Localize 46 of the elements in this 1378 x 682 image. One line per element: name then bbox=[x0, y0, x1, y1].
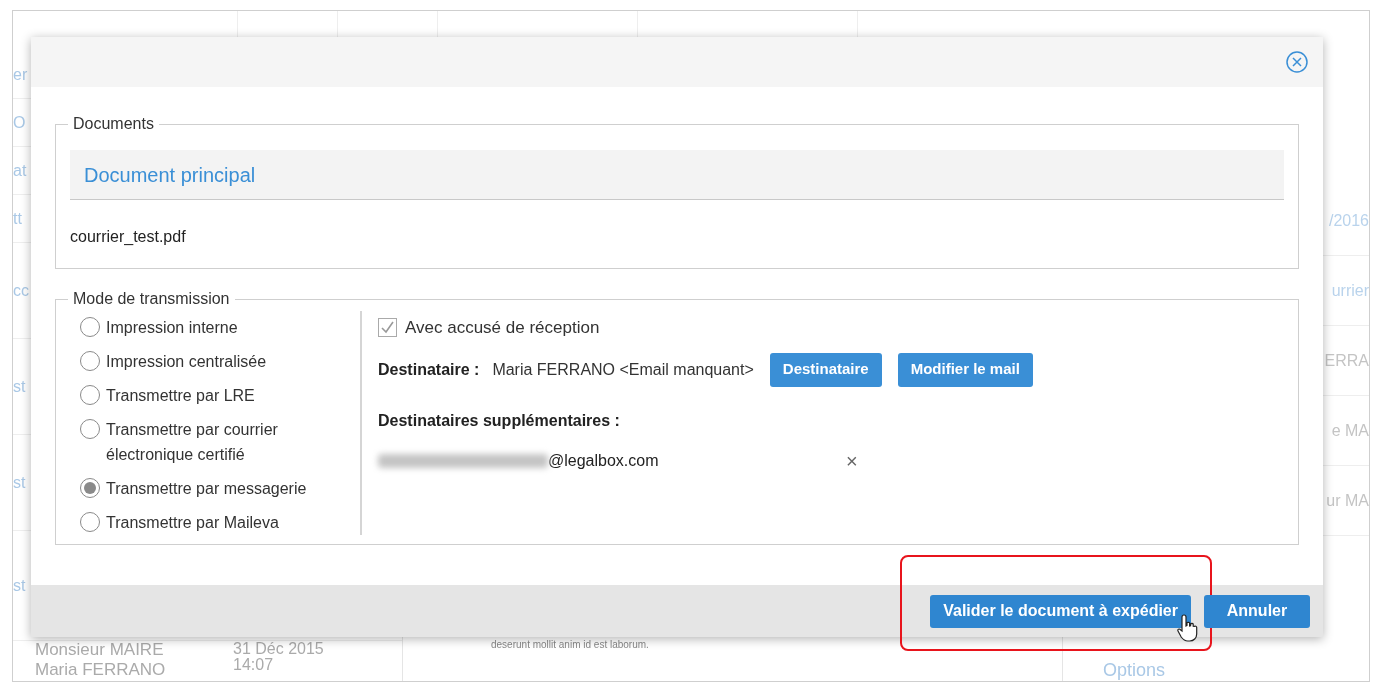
list-item-text: at bbox=[13, 162, 27, 179]
field-label: Destinataire : bbox=[378, 359, 480, 380]
email-text: @legalbox.com bbox=[548, 450, 660, 471]
list-item-text: st bbox=[13, 577, 26, 594]
radio-label: Transmettre par LRE bbox=[106, 386, 256, 406]
radio-label: Impression centralisée bbox=[106, 352, 268, 372]
sender-name: Monsieur MAIRE bbox=[35, 641, 165, 658]
radio-button[interactable] bbox=[80, 351, 100, 371]
list-item-text: st bbox=[13, 378, 26, 395]
action-button[interactable]: Modifier le mail bbox=[897, 352, 1033, 387]
radio-button[interactable] bbox=[80, 317, 100, 337]
panel-legend: Documents bbox=[68, 112, 159, 136]
list-item-text: cc bbox=[13, 282, 29, 299]
date-text: 31 Déc 2015 bbox=[233, 641, 324, 657]
list-item-text: ERRA bbox=[1324, 352, 1369, 369]
list-item-text: st bbox=[13, 474, 26, 491]
radio-button[interactable] bbox=[80, 385, 100, 405]
radio-button[interactable] bbox=[80, 478, 100, 498]
link-text: urrier bbox=[1331, 282, 1369, 299]
list-item-text: ur MA bbox=[1326, 492, 1369, 509]
radio-label: Transmettre par courrier électronique certifié bbox=[106, 420, 279, 465]
radio-button[interactable] bbox=[80, 512, 100, 532]
sender-name: Maria FERRANO bbox=[35, 661, 167, 678]
radio-label: Transmettre par Maileva bbox=[106, 513, 280, 533]
field-label: Destinataires supplémentaires : bbox=[378, 410, 620, 431]
file-name: courrier_test.pdf bbox=[70, 228, 186, 245]
list-item-text: e MA bbox=[1331, 422, 1369, 439]
list-item-text: er bbox=[13, 66, 28, 83]
list-item-text: tt bbox=[13, 210, 22, 227]
recipient-text: Maria FERRANO <Email manquant> bbox=[492, 359, 754, 380]
time-text: 14:07 bbox=[233, 657, 274, 673]
radio-label: Impression interne bbox=[106, 318, 239, 338]
radio-button[interactable] bbox=[80, 419, 100, 439]
radio-label: Transmettre par messagerie bbox=[106, 479, 308, 499]
action-button[interactable]: Destinataire bbox=[769, 352, 882, 387]
section-title: Document principal bbox=[84, 162, 256, 188]
remove-icon[interactable]: × bbox=[846, 450, 858, 471]
list-item-text: O bbox=[13, 114, 26, 131]
cancel-button[interactable]: Annuler bbox=[1204, 594, 1310, 628]
submit-button[interactable]: Valider le document à expédier bbox=[930, 594, 1191, 628]
panel-legend: Mode de transmission bbox=[68, 287, 235, 311]
link-text: /2016 bbox=[1328, 212, 1369, 229]
close-icon[interactable] bbox=[1286, 51, 1308, 73]
checkbox-label: Avec accusé de réception bbox=[405, 317, 600, 339]
preview-text: deserunt mollit anim id est laborum. bbox=[491, 638, 649, 652]
checkbox[interactable] bbox=[378, 318, 397, 338]
